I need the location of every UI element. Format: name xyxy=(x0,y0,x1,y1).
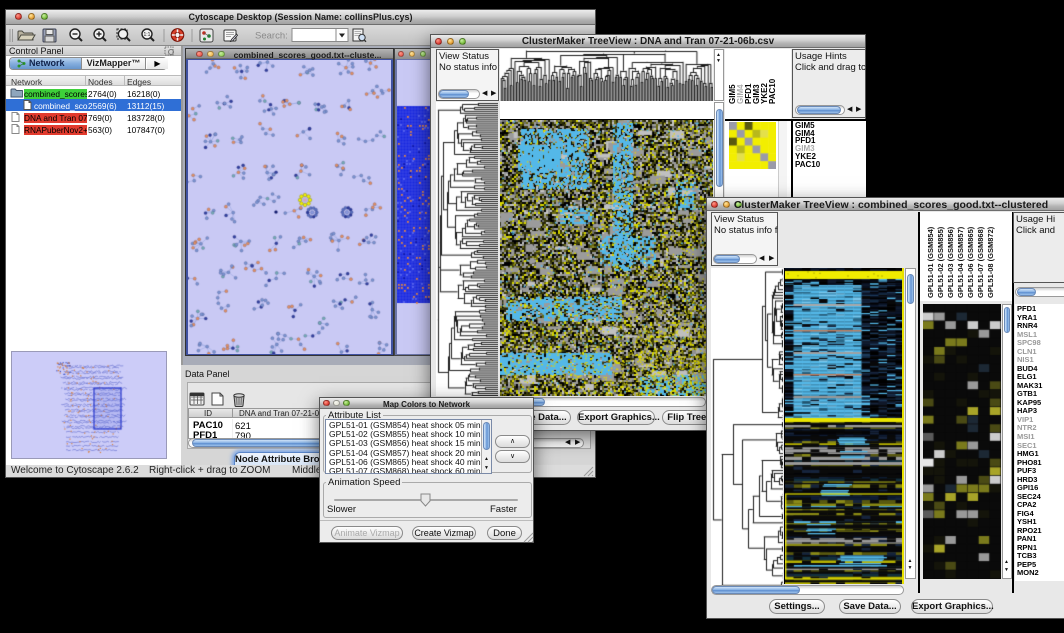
svg-text:Search:: Search: xyxy=(255,31,288,42)
svg-text:1:1: 1:1 xyxy=(144,32,151,38)
